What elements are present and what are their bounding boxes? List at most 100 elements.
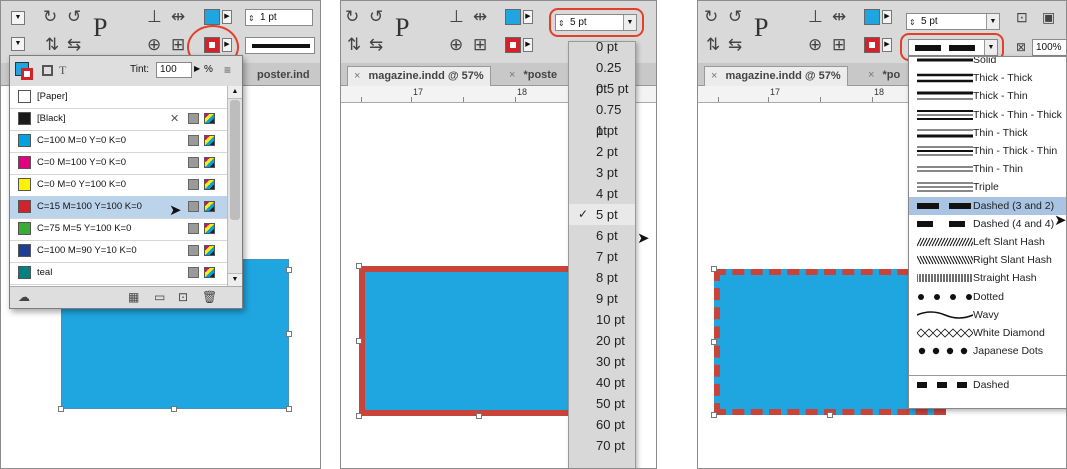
flip-horizontal-icon[interactable]: ⇆ (67, 35, 81, 55)
stroke-weight-field[interactable]: ⇕ 5 pt ▼ (906, 13, 1000, 30)
delete-icon[interactable]: 🗑 (202, 290, 217, 304)
rotate-icon[interactable]: ↻ (345, 7, 359, 27)
frame-handle[interactable] (827, 412, 833, 418)
align-icon[interactable]: ⊥ (449, 7, 464, 27)
stroke-type-option[interactable]: Left Slant Hash (909, 233, 1066, 251)
distribute-center-icon[interactable]: ⊞ (473, 35, 487, 55)
frame-handle[interactable] (286, 331, 292, 337)
frame-fitting-icon[interactable]: ⊡ (1016, 7, 1028, 27)
distribute-center-icon[interactable]: ⊞ (832, 35, 846, 55)
weight-option[interactable]: 9 pt (569, 288, 635, 309)
panel-menu-icon[interactable]: ≡ (224, 63, 231, 77)
fill-swatch-icon[interactable] (864, 9, 880, 25)
weight-option[interactable]: 6 pt (569, 225, 635, 246)
stroke-type-option[interactable]: Dashed (4 and 4) (909, 215, 1066, 233)
stroke-type-option[interactable]: Dotted (909, 288, 1066, 306)
weight-option[interactable]: 30 pt (569, 351, 635, 372)
spinner-icon[interactable]: ⇕ (248, 11, 255, 26)
swatch-scrollbar[interactable]: ▲ ▼ (227, 86, 242, 286)
container-formatting-icon[interactable] (42, 65, 53, 76)
tint-dropdown-icon[interactable]: ▶ (194, 64, 200, 73)
frame-handle[interactable] (286, 406, 292, 412)
tab-poster[interactable]: poster.ind (251, 66, 316, 85)
weight-option[interactable]: 20 pt (569, 330, 635, 351)
frame-handle[interactable] (356, 413, 362, 419)
frame-handle[interactable] (356, 338, 362, 344)
weight-option[interactable]: 8 pt (569, 267, 635, 288)
stroke-type-field[interactable] (245, 37, 315, 54)
flip-horizontal-icon[interactable]: ⇆ (369, 35, 383, 55)
close-icon[interactable]: × (354, 70, 360, 82)
type-on-path-icon[interactable]: P (754, 13, 768, 43)
frame-handle[interactable] (356, 263, 362, 269)
weight-option[interactable]: 0.75 pt (569, 99, 635, 138)
fill-frame-icon[interactable]: ▣ (1042, 7, 1055, 27)
frame-handle[interactable] (58, 406, 64, 412)
fill-swatch-icon[interactable] (204, 9, 220, 25)
swatch-row[interactable]: C=15 M=100 Y=100 K=0 (10, 196, 228, 219)
swatch-row[interactable]: C=100 M=90 Y=10 K=0 (10, 240, 228, 263)
fill-dropdown-icon[interactable]: ▶ (882, 10, 892, 24)
close-icon[interactable]: × (711, 70, 717, 82)
type-on-path-icon[interactable]: P (395, 13, 409, 43)
frame-handle[interactable] (711, 339, 717, 345)
stroke-dropdown-icon[interactable]: ▶ (523, 38, 533, 52)
stroke-swatch-icon[interactable] (864, 37, 880, 53)
distribute-center-icon[interactable]: ⊞ (171, 35, 185, 55)
distribute-icon[interactable]: ⇹ (171, 7, 185, 27)
rotate-ccw-icon[interactable]: ↺ (67, 7, 81, 27)
stroke-swatch-icon[interactable] (505, 37, 521, 53)
weight-option[interactable]: 50 pt (569, 393, 635, 414)
rotate-icon[interactable]: ↻ (704, 7, 718, 27)
stroke-type-option[interactable]: Dashed (909, 376, 1066, 394)
stroke-type-option[interactable]: Triple (909, 178, 1066, 196)
swatch-row[interactable]: C=0 M=100 Y=0 K=0 (10, 152, 228, 175)
tab-poster[interactable]: × *poste (503, 66, 563, 85)
swatch-row[interactable]: [Paper] (10, 86, 228, 109)
stroke-weight-field[interactable]: ⇕ 1 pt (245, 9, 313, 26)
stroke-type-option[interactable]: Thin - Thin (909, 160, 1066, 178)
zoom-field[interactable]: 100% (1032, 39, 1066, 56)
stroke-type-option[interactable]: Right Slant Hash (909, 251, 1066, 269)
chevron-down-icon[interactable]: ▼ (986, 14, 999, 29)
stroke-type-option[interactable]: Solid (909, 57, 1066, 69)
frame-handle[interactable] (171, 406, 177, 412)
tab-magazine[interactable]: × magazine.indd @ 57% (704, 66, 848, 86)
stroke-type-option[interactable]: Wavy (909, 306, 1066, 324)
swatch-row[interactable]: [Black] ✕ (10, 108, 228, 131)
swatch-row[interactable]: C=0 M=0 Y=100 K=0 (10, 174, 228, 197)
align-icon[interactable]: ⊥ (808, 7, 823, 27)
weight-option[interactable]: 0.5 pt (569, 78, 635, 99)
stroke-type-option[interactable]: Thick - Thin - Thick (909, 106, 1066, 124)
weight-option[interactable]: 0 pt (569, 42, 635, 57)
dropdown-arrow-icon[interactable]: ▼ (11, 37, 25, 51)
type-on-path-icon[interactable]: P (93, 13, 107, 43)
folder-icon[interactable]: ▭ (154, 290, 165, 304)
close-icon[interactable]: × (509, 69, 515, 81)
stroke-type-option[interactable]: Japanese Dots (909, 342, 1066, 360)
stroke-type-option[interactable]: Thin - Thick (909, 124, 1066, 142)
dropdown-arrow-icon[interactable]: ▼ (11, 11, 25, 25)
flip-icon[interactable]: ⇅ (45, 35, 59, 55)
weight-option[interactable]: 60 pt (569, 414, 635, 435)
weight-option[interactable]: 7 pt (569, 246, 635, 267)
weight-option[interactable]: 40 pt (569, 372, 635, 393)
fill-dropdown-icon[interactable]: ▶ (222, 10, 232, 24)
stroke-type-option[interactable]: White Diamond (909, 324, 1066, 342)
cc-library-icon[interactable]: ☁ (18, 290, 30, 304)
stroke-type-option[interactable]: Thin - Thick - Thin (909, 142, 1066, 160)
tab-poster[interactable]: × *po (862, 66, 906, 85)
weight-option[interactable]: 70 pt (569, 435, 635, 456)
rotate-ccw-icon[interactable]: ↺ (369, 7, 383, 27)
rotate-ccw-icon[interactable]: ↺ (728, 7, 742, 27)
fill-swatch-icon[interactable] (505, 9, 521, 25)
close-icon[interactable]: × (868, 69, 874, 81)
swatch-row[interactable]: C=100 M=0 Y=0 K=0 (10, 130, 228, 153)
stroked-rectangle-frame[interactable] (359, 266, 599, 416)
swatch-row[interactable]: C=75 M=5 Y=100 K=0 (10, 218, 228, 241)
spinner-icon[interactable]: ⇕ (909, 15, 916, 30)
align-center-icon[interactable]: ⊕ (147, 35, 161, 55)
flip-horizontal-icon[interactable]: ⇆ (728, 35, 742, 55)
frame-handle[interactable] (476, 413, 482, 419)
align-center-icon[interactable]: ⊕ (449, 35, 463, 55)
